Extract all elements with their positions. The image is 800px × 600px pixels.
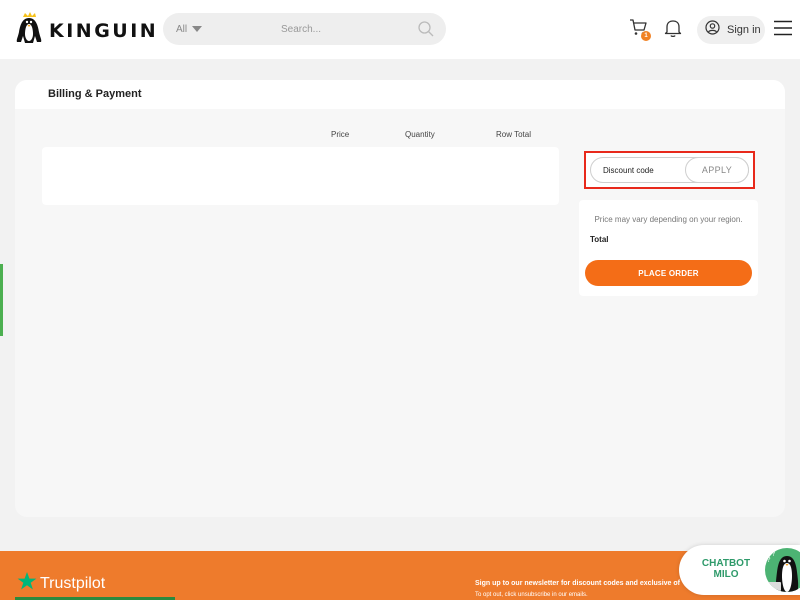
site-header: KINGUIN All 1 Sign in [0,0,800,59]
star-icon [17,571,37,596]
category-select-value: All [176,23,188,35]
sign-in-label: Sign in [727,24,761,36]
chatbot-widget[interactable]: CHATBOT MILO ? ? [679,545,800,595]
trustpilot-link[interactable]: Trustpilot [17,571,105,596]
checkout-header: Billing & Payment [15,80,785,109]
sign-in-button[interactable]: Sign in [697,16,765,44]
page-title: Billing & Payment [48,88,142,100]
notifications-button[interactable] [664,18,684,40]
hamburger-menu-icon [773,20,793,40]
place-order-button[interactable]: PLACE ORDER [585,260,752,286]
cart-button[interactable]: 1 [628,17,652,41]
checkout-panel: Billing & Payment Price Quantity Row Tot… [15,80,785,517]
discount-code-field: APPLY [590,157,749,183]
discount-code-input[interactable] [603,158,683,182]
cart-items-list [42,147,559,205]
logo-wordmark: KINGUIN [49,19,159,42]
discount-code-highlight: APPLY [584,151,755,189]
caret-down-icon [192,24,203,35]
menu-button[interactable] [773,20,793,36]
svg-text:?: ? [772,551,775,558]
apply-discount-button[interactable]: APPLY [685,157,749,183]
column-header-quantity: Quantity [405,130,435,139]
chatbot-label-line2: MILO [713,569,739,580]
optout-text: To opt out, click unsubscribe in our ema… [475,592,588,598]
search-input[interactable] [281,13,411,45]
region-price-note: Price may vary depending on your region. [594,215,743,224]
cart-count-badge: 1 [641,31,651,41]
trustpilot-label: Trustpilot [40,574,106,592]
column-header-row-total: Row Total [496,130,531,139]
chatbot-label-line1: CHATBOT [701,558,751,569]
search-bar: All [163,13,446,45]
kinguin-logo[interactable]: KINGUIN [15,12,158,49]
svg-text:?: ? [767,556,771,564]
bell-icon [664,20,682,42]
order-summary: Price may vary depending on your region.… [579,200,758,296]
penguin-crown-icon [15,12,43,49]
user-icon [705,20,720,40]
chatbot-label: CHATBOT MILO [693,558,759,580]
category-select[interactable]: All [176,13,203,45]
search-icon[interactable] [417,20,435,43]
penguin-avatar-icon: ? ? [765,548,800,592]
newsletter-text: Sign up to our newsletter for discount c… [475,580,680,587]
column-header-price: Price [331,130,350,139]
total-label: Total [590,235,609,244]
side-indicator [0,264,3,336]
